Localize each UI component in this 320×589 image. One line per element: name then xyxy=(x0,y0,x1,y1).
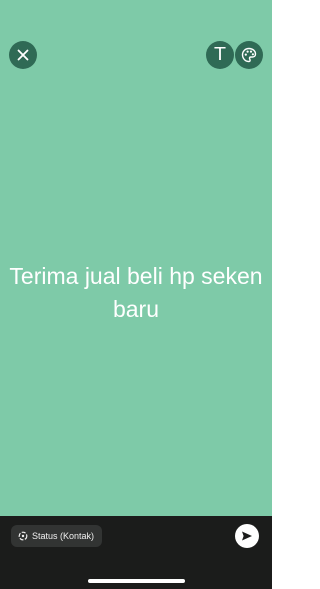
audience-label: Status (Kontak) xyxy=(32,531,95,541)
audience-selector[interactable]: Status (Kontak) xyxy=(11,525,103,547)
home-indicator[interactable] xyxy=(88,579,185,583)
send-icon xyxy=(242,531,252,541)
text-tool-icon: T xyxy=(214,44,226,65)
text-style-button[interactable]: T xyxy=(206,41,234,69)
send-button[interactable] xyxy=(235,524,259,548)
top-toolbar: T xyxy=(9,41,263,69)
close-icon xyxy=(17,49,29,61)
bottom-bar: Status (Kontak) xyxy=(0,516,272,589)
status-text-editor: T Terima jual beli hp seken baru Status … xyxy=(0,0,272,589)
background-color-button[interactable] xyxy=(235,41,263,69)
status-ring-icon xyxy=(18,531,28,541)
status-text[interactable]: Terima jual beli hp seken baru xyxy=(0,260,272,326)
palette-icon xyxy=(241,47,257,63)
close-button[interactable] xyxy=(9,41,37,69)
